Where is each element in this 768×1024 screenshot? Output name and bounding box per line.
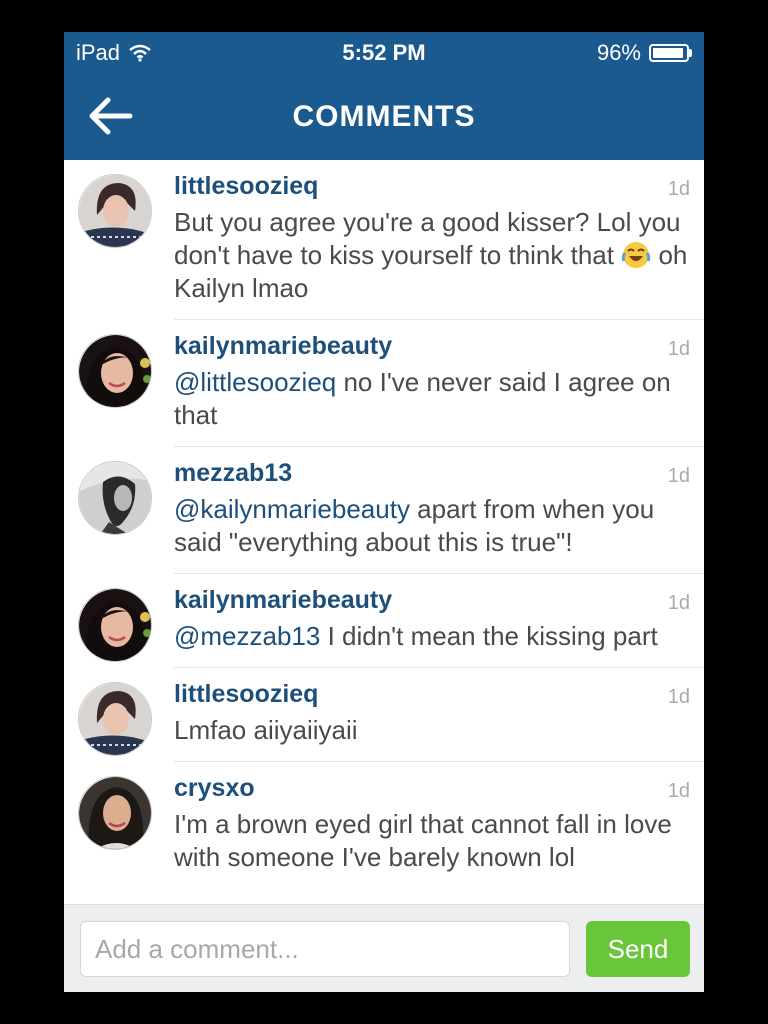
app-screen: iPad 5:52 PM 96% COMMENTS littlesoozieq … (64, 32, 704, 992)
comment-text-part: But you agree you're a good kisser? Lol … (174, 207, 681, 270)
comment-username[interactable]: kailynmariebeauty (174, 332, 392, 361)
battery-percent: 96% (596, 40, 641, 65)
page-title: COMMENTS (292, 100, 476, 133)
avatar[interactable] (78, 776, 152, 850)
avatar[interactable] (78, 588, 152, 662)
comment-timestamp: 1d (667, 338, 690, 360)
comment-username[interactable]: crysxo (174, 774, 255, 803)
comment-username[interactable]: littlesoozieq (174, 680, 318, 709)
comment-username[interactable]: mezzab13 (174, 459, 292, 488)
comment-item: kailynmariebeauty 1d @littlesoozieq no I… (78, 320, 704, 447)
comment-username[interactable]: littlesoozieq (174, 172, 318, 201)
mention-link[interactable]: @littlesoozieq (174, 367, 336, 397)
face-with-tears-of-joy-icon (621, 242, 651, 268)
comment-timestamp: 1d (667, 178, 690, 200)
battery-area: 96% (597, 40, 692, 66)
comment-item: kailynmariebeauty 1d @mezzab13 I didn't … (78, 574, 704, 668)
comment-timestamp: 1d (667, 686, 690, 708)
avatar[interactable] (78, 174, 152, 248)
comment-list[interactable]: littlesoozieq 1d But you agree you're a … (64, 160, 704, 904)
comment-text-part: I didn't mean the kissing part (320, 621, 658, 651)
mention-link[interactable]: @kailynmariebeauty (174, 494, 410, 524)
comment-input[interactable] (80, 921, 570, 977)
comment-composer: Send (64, 904, 704, 992)
avatar[interactable] (78, 334, 152, 408)
comment-timestamp: 1d (667, 592, 690, 614)
comment-timestamp: 1d (667, 780, 690, 802)
send-button[interactable]: Send (586, 921, 690, 977)
avatar[interactable] (78, 682, 152, 756)
comment-item: littlesoozieq 1d But you agree you're a … (78, 160, 704, 320)
comment-timestamp: 1d (667, 465, 690, 487)
nav-bar: COMMENTS (64, 72, 704, 160)
comment-item: crysxo 1d I'm a brown eyed girl that can… (78, 762, 704, 888)
mention-link[interactable]: @mezzab13 (174, 621, 320, 651)
comment-item: mezzab13 1d @kailynmariebeauty apart fro… (78, 447, 704, 574)
comment-username[interactable]: kailynmariebeauty (174, 586, 392, 615)
status-bar: iPad 5:52 PM 96% (64, 32, 704, 72)
comment-item: littlesoozieq 1d Lmfao aiiyaiiyaii (78, 668, 704, 762)
battery-icon (649, 44, 692, 62)
avatar[interactable] (78, 461, 152, 535)
